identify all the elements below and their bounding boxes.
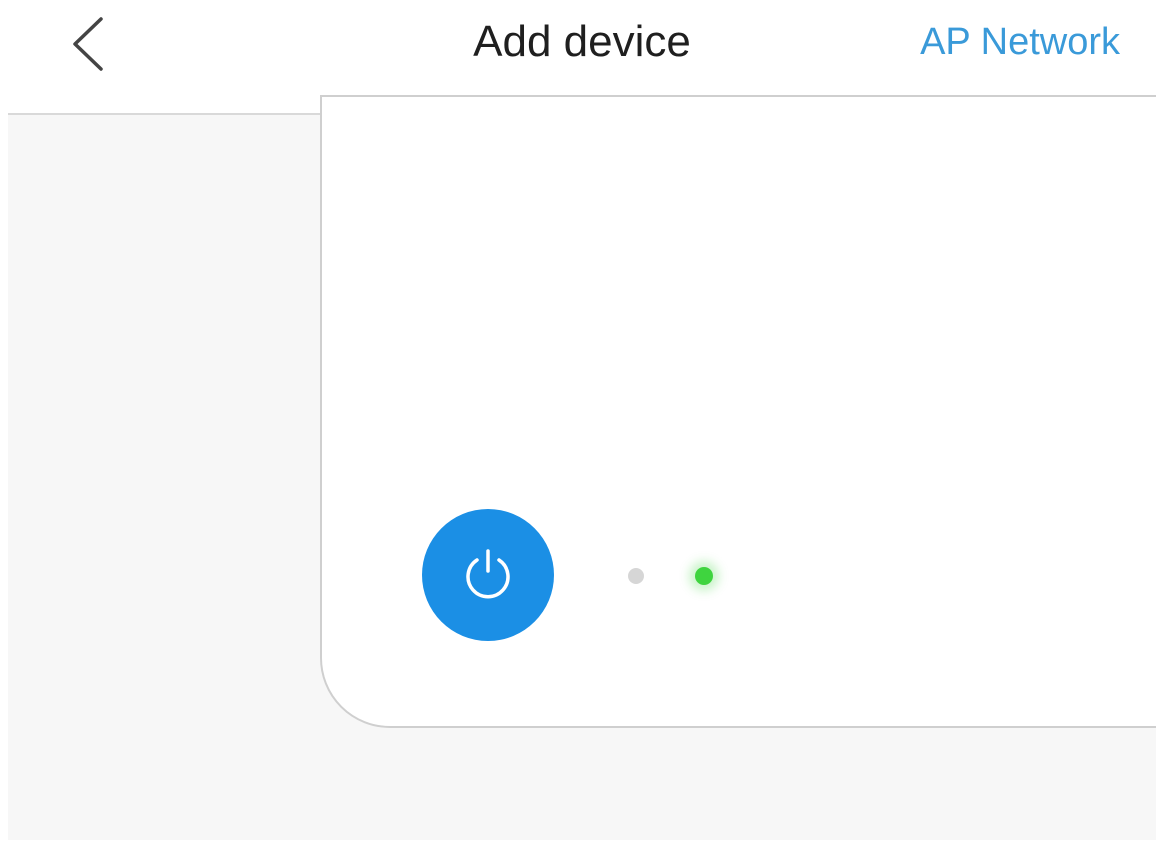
ap-network-link[interactable]: AP Network — [920, 20, 1120, 64]
status-indicator-on — [695, 567, 713, 585]
back-button[interactable] — [58, 14, 118, 74]
status-indicator-off — [628, 568, 644, 584]
bottom-area — [8, 840, 1156, 867]
device-power-button — [422, 509, 554, 641]
app-screen: Add device AP Network — [8, 12, 1156, 867]
device-illustration — [320, 95, 1156, 728]
chevron-left-icon — [73, 17, 103, 71]
instruction-area — [8, 95, 1156, 840]
power-icon — [466, 549, 510, 599]
